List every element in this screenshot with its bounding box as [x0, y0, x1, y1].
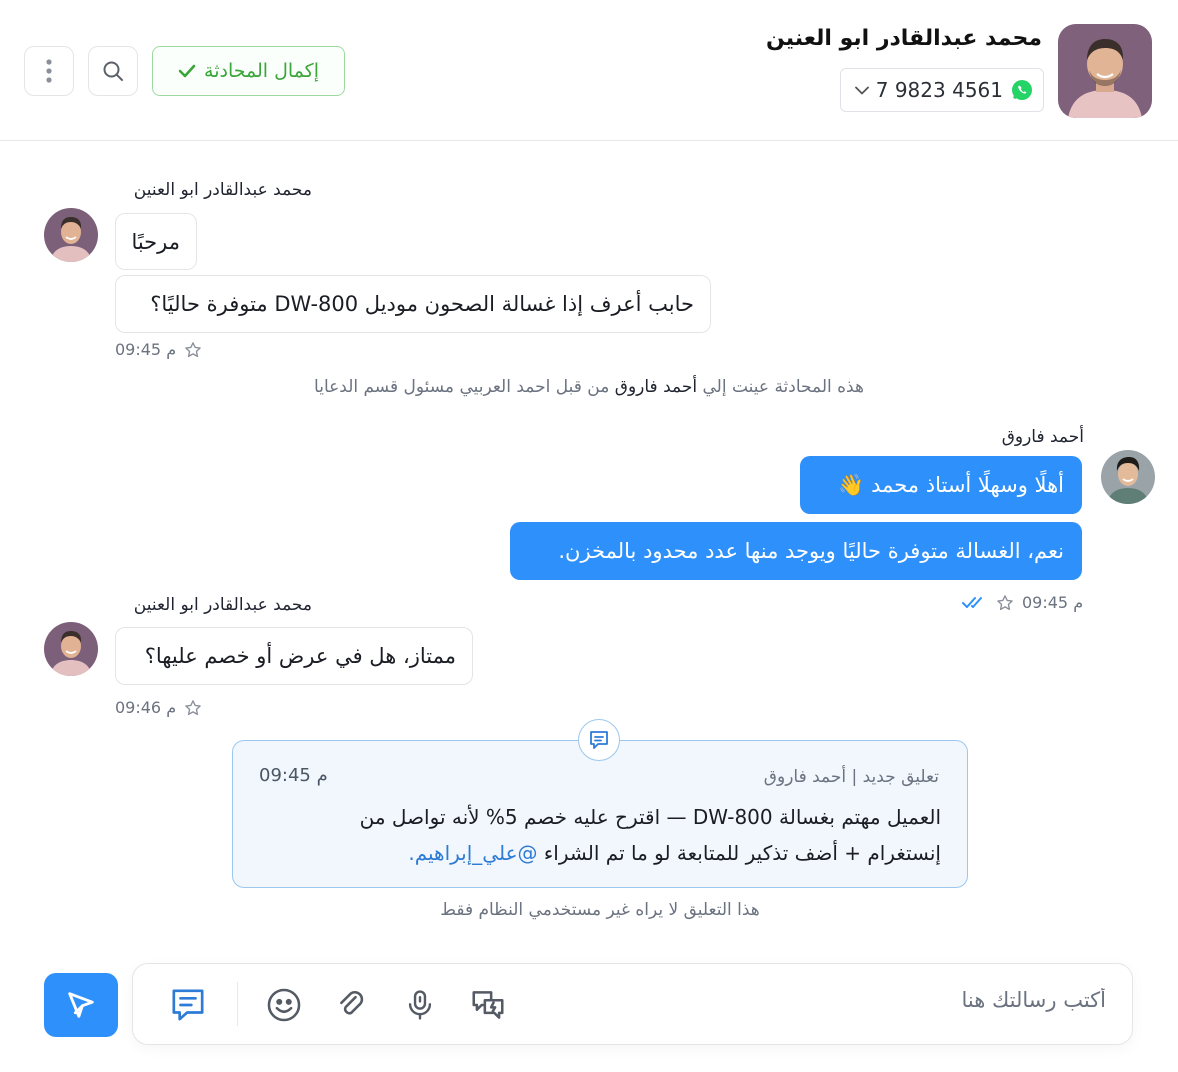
- message-time: 09:45 م: [1022, 593, 1084, 612]
- attach-button[interactable]: [331, 984, 373, 1026]
- mic-icon: [408, 990, 432, 1020]
- message-text: ممتاز، هل في عرض أو خصم عليها؟: [144, 644, 456, 668]
- customer-avatar: [44, 622, 98, 676]
- send-icon: [68, 992, 94, 1018]
- message-time: 09:46 م: [115, 698, 177, 717]
- more-options-button[interactable]: [24, 46, 74, 96]
- contact-name: محمد عبدالقادر ابو العنين: [765, 26, 1042, 51]
- voice-record-button[interactable]: [399, 984, 441, 1026]
- message-text: نعم، الغسالة متوفرة حاليًا ويوجد منها عد…: [558, 539, 1064, 563]
- agent-avatar: [1101, 450, 1155, 504]
- note-icon: [172, 989, 204, 1021]
- quick-reply-icon: [472, 991, 504, 1019]
- message-meta: 09:45 م: [962, 593, 1083, 612]
- message-meta: 09:46 م: [115, 698, 202, 717]
- phone-number: 7 9823 4561: [875, 78, 1003, 102]
- emoji-icon: [267, 988, 301, 1022]
- incoming-message-bubble: حابب أعرف إذا غسالة الصحون موديل DW-800 …: [115, 275, 711, 333]
- star-icon[interactable]: [996, 594, 1014, 612]
- outgoing-message-bubble: أهلًا وسهلًا أستاذ محمد 👋: [800, 456, 1082, 514]
- comment-body: العميل مهتم بغسالة DW-800 — اقترح عليه خ…: [281, 799, 941, 871]
- complete-conversation-label: إكمال المحادثة: [204, 60, 319, 82]
- assignment-prefix: هذه المحادثة عينت إلي: [702, 377, 864, 397]
- contact-avatar: [1058, 24, 1152, 118]
- search-icon: [103, 61, 123, 81]
- double-check-icon: [962, 596, 982, 608]
- comment-header: تعليق جديد | أحمد فاروق: [763, 767, 939, 787]
- assignment-suffix: من قبل احمد العربيي مسئول قسم الدعايا: [314, 377, 610, 397]
- comment-icon: [590, 731, 608, 749]
- assignment-notice: هذه المحادثة عينت إلي أحمد فاروق من قبل …: [0, 377, 1178, 397]
- message-meta: 09:45 م: [115, 340, 202, 359]
- incoming-message-bubble: ممتاز، هل في عرض أو خصم عليها؟: [115, 627, 473, 685]
- whatsapp-icon: [1012, 80, 1032, 100]
- comment-badge: [578, 719, 620, 761]
- quick-replies-button[interactable]: [467, 984, 509, 1026]
- message-text: حابب أعرف إذا غسالة الصحون موديل DW-800 …: [150, 292, 694, 316]
- internal-note-button[interactable]: [167, 984, 209, 1026]
- message-input[interactable]: [586, 988, 1106, 1012]
- complete-conversation-button[interactable]: إكمال المحادثة: [152, 46, 345, 96]
- assigned-agent: أحمد فاروق: [614, 377, 698, 397]
- sender-name: أحمد فاروق: [1001, 427, 1084, 447]
- comment-mention[interactable]: @علي_إبراهيم.: [408, 841, 537, 865]
- message-time: 09:45 م: [115, 340, 177, 359]
- send-button[interactable]: [44, 973, 118, 1037]
- comment-time: 09:45 م: [259, 765, 328, 786]
- comment-visibility-note: هذا التعليق لا يراه غير مستخدمي النظام ف…: [440, 900, 760, 920]
- chevron-down-icon: [855, 86, 869, 94]
- internal-comment: 09:45 م تعليق جديد | أحمد فاروق العميل م…: [232, 740, 968, 888]
- chat-header: إكمال المحادثة محمد عبدالقادر ابو العنين…: [0, 0, 1178, 141]
- message-text: مرحبًا: [131, 229, 180, 254]
- sender-name: محمد عبدالقادر ابو العنين: [133, 180, 312, 200]
- star-icon[interactable]: [184, 699, 202, 717]
- outgoing-message-bubble: نعم، الغسالة متوفرة حاليًا ويوجد منها عد…: [510, 522, 1082, 580]
- search-button[interactable]: [88, 46, 138, 96]
- incoming-message-bubble: مرحبًا: [115, 213, 197, 270]
- check-icon: [178, 64, 196, 78]
- emoji-button[interactable]: [263, 984, 305, 1026]
- star-icon[interactable]: [184, 341, 202, 359]
- message-composer: [132, 963, 1133, 1045]
- customer-avatar: [44, 208, 98, 262]
- composer-divider: [237, 982, 238, 1026]
- phone-number-select[interactable]: 7 9823 4561: [840, 68, 1044, 112]
- sender-name: محمد عبدالقادر ابو العنين: [133, 595, 312, 615]
- attach-icon: [340, 990, 364, 1015]
- more-vertical-icon: [46, 59, 52, 83]
- message-text: أهلًا وسهلًا أستاذ محمد 👋: [838, 472, 1064, 497]
